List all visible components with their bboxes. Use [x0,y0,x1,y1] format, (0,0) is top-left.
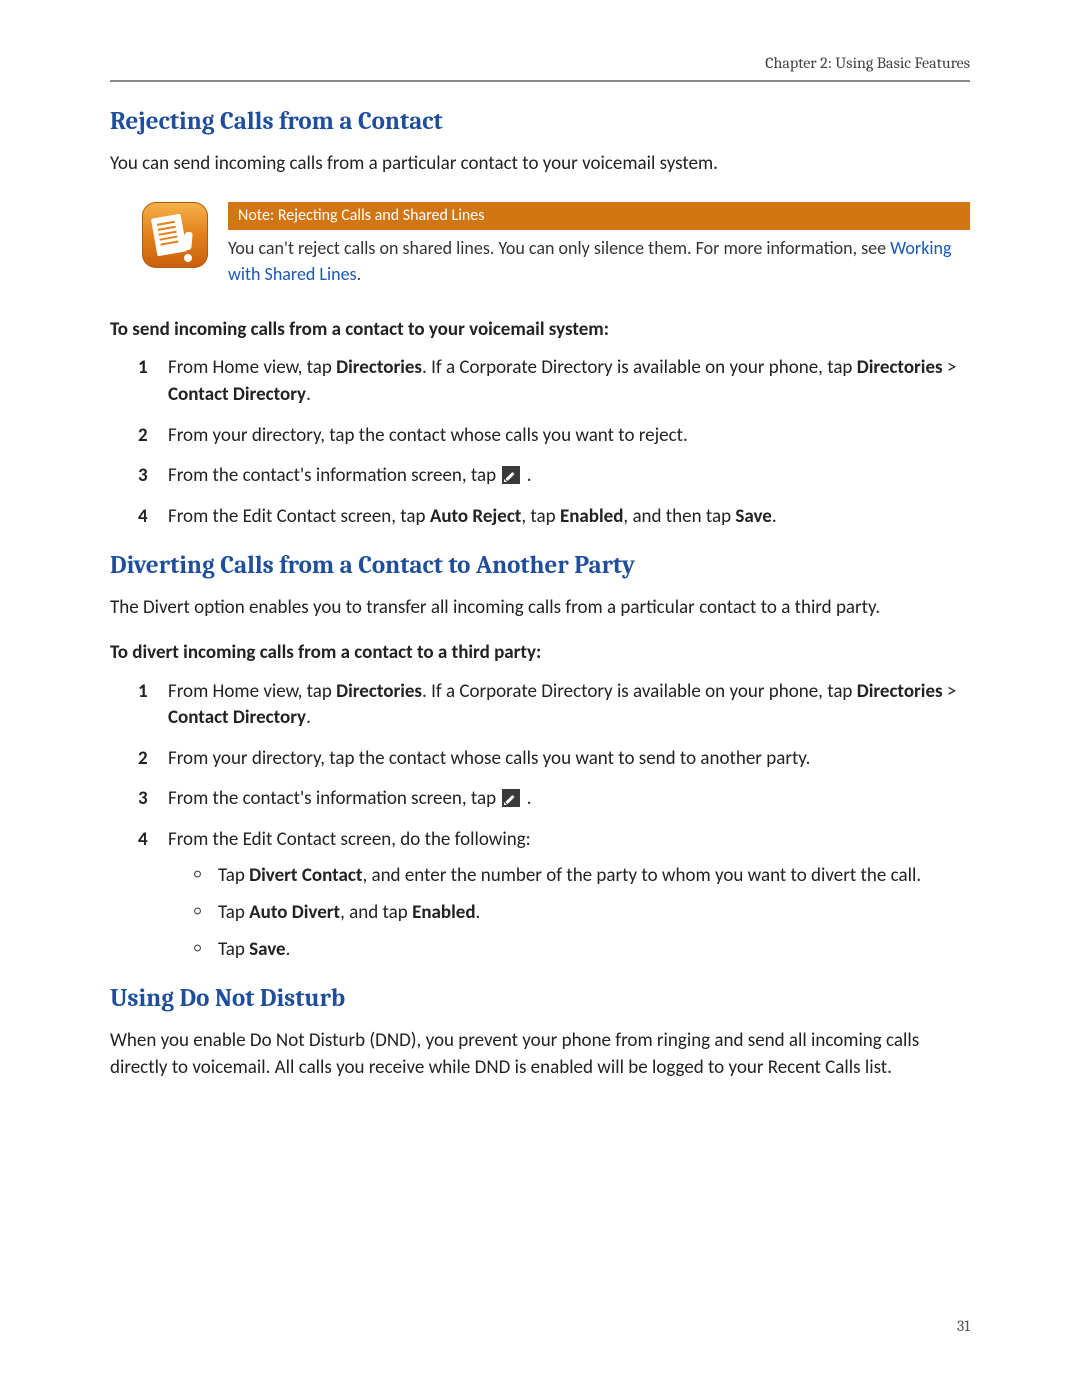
t: Tap [218,864,249,887]
step-4: From the Edit Contact screen, tap Auto R… [138,504,970,531]
bold-auto-reject: Auto Reject [430,505,522,528]
t: . [522,787,531,810]
bold-enabled: Enabled [560,505,623,528]
t: . [286,938,291,961]
t: Tap [218,938,249,961]
substeps: Tap Divert Contact, and enter the number… [194,863,970,963]
edit-icon [502,789,520,807]
t: . [522,464,531,487]
bold-directories: Directories [336,680,422,703]
t: . [476,901,481,924]
t: From Home view, tap [168,356,336,379]
substep-divert-contact: Tap Divert Contact, and enter the number… [194,863,970,890]
edit-icon [502,466,520,484]
intro-rejecting: You can send incoming calls from a parti… [110,151,970,178]
header-rule [110,80,970,82]
bold-contact-directory: Contact Directory [168,706,306,729]
bold-auto-divert: Auto Divert [249,901,340,924]
t: . If a Corporate Directory is available … [422,356,857,379]
t: , and enter the number of the party to w… [362,864,921,887]
subhead-divert: To divert incoming calls from a contact … [110,640,970,667]
page-number: 31 [957,1315,970,1337]
heading-rejecting-calls: Rejecting Calls from a Contact [110,104,970,139]
note-title: Note: Rejecting Calls and Shared Lines [228,202,970,230]
step-3: From the contact's information screen, t… [138,786,970,813]
t: . [306,383,311,406]
t: , tap [521,505,560,528]
substep-save: Tap Save. [194,937,970,964]
step-4: From the Edit Contact screen, do the fol… [138,827,970,963]
step-1: From Home view, tap Directories. If a Co… [138,355,970,408]
bold-enabled: Enabled [412,901,475,924]
bold-divert-contact: Divert Contact [249,864,362,887]
step-2: From your directory, tap the contact who… [138,746,970,773]
bold-directories: Directories [336,356,422,379]
t: . [306,706,311,729]
document-page: Chapter 2: Using Basic Features Rejectin… [0,0,1080,1397]
t: . [772,505,777,528]
t: . If a Corporate Directory is available … [422,680,857,703]
t: , and tap [340,901,412,924]
bold-directories-2: Directories [857,356,943,379]
t: From the contact's information screen, t… [168,787,500,810]
intro-dnd: When you enable Do Not Disturb (DND), yo… [110,1028,970,1081]
heading-dnd: Using Do Not Disturb [110,981,970,1016]
t: > [943,680,957,703]
intro-diverting: The Divert option enables you to transfe… [110,595,970,622]
step-3: From the contact's information screen, t… [138,463,970,490]
note-text: You can't reject calls on shared lines. … [228,236,970,286]
bold-save: Save [735,505,771,528]
t: From Home view, tap [168,680,336,703]
steps-diverting: From Home view, tap Directories. If a Co… [138,679,970,964]
substep-auto-divert: Tap Auto Divert, and tap Enabled. [194,900,970,927]
t: From the Edit Contact screen, do the fol… [168,828,531,851]
note-box: Note: Rejecting Calls and Shared Lines Y… [142,202,970,287]
t: , and then tap [623,505,735,528]
note-icon [142,202,208,268]
bold-contact-directory: Contact Directory [168,383,306,406]
t: > [943,356,957,379]
bold-save: Save [249,938,285,961]
header-chapter: Chapter 2: Using Basic Features [110,52,970,74]
subhead-send-voicemail: To send incoming calls from a contact to… [110,317,970,344]
bold-directories-2: Directories [857,680,943,703]
note-text-before: You can't reject calls on shared lines. … [228,237,890,259]
t: From the Edit Contact screen, tap [168,505,430,528]
steps-rejecting: From Home view, tap Directories. If a Co… [138,355,970,530]
note-body: Note: Rejecting Calls and Shared Lines Y… [228,202,970,287]
step-2: From your directory, tap the contact who… [138,423,970,450]
t: Tap [218,901,249,924]
step-1: From Home view, tap Directories. If a Co… [138,679,970,732]
heading-diverting-calls: Diverting Calls from a Contact to Anothe… [110,548,970,583]
t: From the contact's information screen, t… [168,464,500,487]
note-text-after: . [357,263,362,285]
